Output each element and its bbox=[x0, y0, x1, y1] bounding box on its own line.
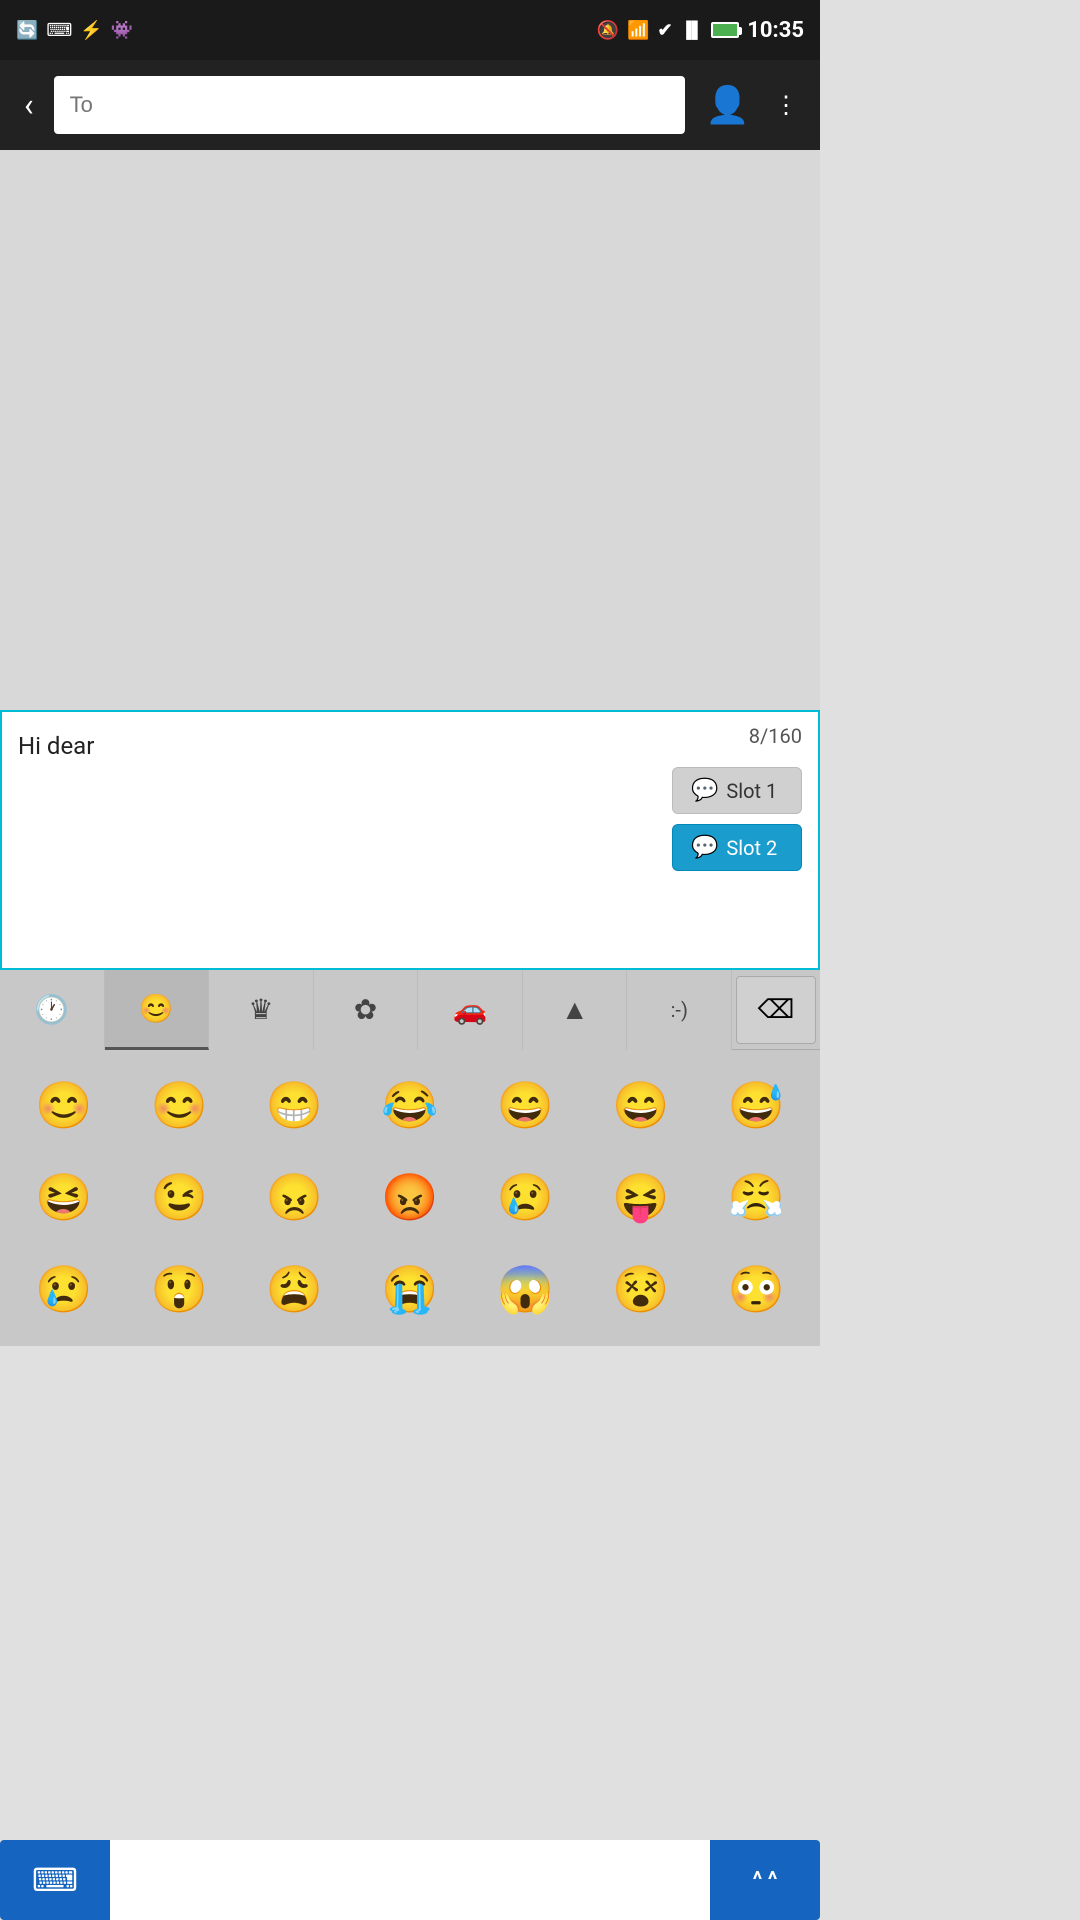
wifi-icon: 📶 bbox=[627, 20, 649, 41]
keyboard-icon: ⌨ bbox=[46, 20, 72, 41]
keyboard-icon: ⌨ bbox=[32, 1861, 78, 1899]
backspace-icon: ⌫ bbox=[758, 995, 795, 1025]
emoji-21[interactable]: 😳 bbox=[701, 1250, 812, 1330]
to-input-wrapper[interactable] bbox=[54, 76, 686, 134]
status-bar: 🔄 ⌨ ⚡ 👾 🔕 📶 ✔ ▐▌ 10:35 bbox=[0, 0, 820, 60]
usb-icon: ⚡ bbox=[80, 20, 102, 41]
emoji-2[interactable]: 😊 bbox=[123, 1066, 234, 1146]
slot2-icon: 💬 bbox=[691, 835, 718, 860]
battery-icon bbox=[711, 22, 739, 38]
emoji-7[interactable]: 😅 bbox=[701, 1066, 812, 1146]
clock-icon: 🕐 bbox=[34, 993, 69, 1026]
status-right-icons: 🔕 📶 ✔ ▐▌ 10:35 bbox=[597, 18, 804, 43]
person-icon: 👤 bbox=[705, 84, 750, 126]
emoji-8[interactable]: 😆 bbox=[8, 1158, 119, 1238]
status-time: 10:35 bbox=[747, 18, 804, 43]
emoji-17[interactable]: 😩 bbox=[239, 1250, 350, 1330]
check-icon: ✔ bbox=[658, 20, 673, 41]
keyboard-toggle-button[interactable]: ⌨ bbox=[0, 1840, 110, 1920]
contact-button[interactable]: 👤 bbox=[697, 76, 758, 134]
emoji-12[interactable]: 😢 bbox=[470, 1158, 581, 1238]
mute-icon: 🔕 bbox=[597, 20, 619, 41]
emoji-11[interactable]: 😡 bbox=[354, 1158, 465, 1238]
emoji-20[interactable]: 😵 bbox=[585, 1250, 696, 1330]
text-emoji-icon: :-) bbox=[671, 998, 688, 1022]
emoji-9[interactable]: 😉 bbox=[123, 1158, 234, 1238]
tab-text-emoji[interactable]: :-) bbox=[627, 970, 732, 1050]
slot2-button[interactable]: 💬 Slot 2 bbox=[672, 824, 802, 871]
back-button[interactable]: ‹ bbox=[16, 78, 42, 132]
tab-flower[interactable]: ✿ bbox=[314, 970, 419, 1050]
emoji-14[interactable]: 😤 bbox=[701, 1158, 812, 1238]
emoji-4[interactable]: 😂 bbox=[354, 1066, 465, 1146]
emoji-toolbar: 🕐 😊 ♛ ✿ 🚗 ▲ :-) ⌫ bbox=[0, 970, 820, 1050]
message-area bbox=[0, 150, 820, 710]
send-label: ^ ^ bbox=[753, 1868, 778, 1893]
emoji-18[interactable]: 😭 bbox=[354, 1250, 465, 1330]
more-options-button[interactable]: ⋮ bbox=[770, 83, 804, 127]
slot2-label: Slot 2 bbox=[726, 836, 777, 860]
tab-recent[interactable]: 🕐 bbox=[0, 970, 105, 1050]
slot1-button[interactable]: 💬 Slot 1 bbox=[672, 767, 802, 814]
backspace-button[interactable]: ⌫ bbox=[736, 976, 816, 1044]
slot-buttons: 💬 Slot 1 💬 Slot 2 bbox=[672, 767, 802, 871]
emoji-10[interactable]: 😠 bbox=[239, 1158, 350, 1238]
top-bar: ‹ 👤 ⋮ bbox=[0, 60, 820, 150]
back-icon: ‹ bbox=[24, 86, 34, 124]
bottom-text-input[interactable] bbox=[110, 1840, 710, 1920]
tab-play[interactable]: ▲ bbox=[523, 970, 628, 1050]
send-button[interactable]: ^ ^ bbox=[710, 1840, 820, 1920]
signal-icon: ▐▌ bbox=[681, 20, 704, 40]
emoji-1[interactable]: 😊 bbox=[8, 1066, 119, 1146]
slot1-label: Slot 1 bbox=[726, 779, 777, 803]
to-input[interactable] bbox=[70, 92, 670, 118]
emoji-13[interactable]: 😝 bbox=[585, 1158, 696, 1238]
emoji-15[interactable]: 😢 bbox=[8, 1250, 119, 1330]
emoji-6[interactable]: 😄 bbox=[585, 1066, 696, 1146]
alien-icon: 👾 bbox=[111, 20, 133, 41]
slot1-icon: 💬 bbox=[691, 778, 718, 803]
tab-smileys[interactable]: 😊 bbox=[105, 970, 210, 1050]
emoji-19[interactable]: 😱 bbox=[470, 1250, 581, 1330]
message-counter: 8/160 bbox=[749, 724, 802, 748]
crown-icon: ♛ bbox=[248, 993, 273, 1026]
car-icon: 🚗 bbox=[453, 993, 488, 1026]
compose-box[interactable]: 8/160 Hi dear 💬 Slot 1 💬 Slot 2 bbox=[0, 710, 820, 970]
bottom-bar: ⌨ ^ ^ bbox=[0, 1840, 820, 1920]
smiley-icon: 😊 bbox=[139, 992, 174, 1025]
tab-crown[interactable]: ♛ bbox=[209, 970, 314, 1050]
emoji-3[interactable]: 😁 bbox=[239, 1066, 350, 1146]
status-left-icons: 🔄 ⌨ ⚡ 👾 bbox=[16, 20, 133, 41]
emoji-16[interactable]: 😲 bbox=[123, 1250, 234, 1330]
more-icon: ⋮ bbox=[774, 91, 800, 119]
emoji-5[interactable]: 😄 bbox=[470, 1066, 581, 1146]
flower-icon: ✿ bbox=[354, 993, 377, 1026]
play-icon: ▲ bbox=[561, 993, 589, 1026]
tab-car[interactable]: 🚗 bbox=[418, 970, 523, 1050]
emoji-grid: 😊 😊 😁 😂 😄 😄 😅 😆 😉 😠 😡 😢 😝 😤 😢 😲 😩 😭 😱 😵 … bbox=[0, 1050, 820, 1346]
sync-icon: 🔄 bbox=[16, 20, 38, 41]
